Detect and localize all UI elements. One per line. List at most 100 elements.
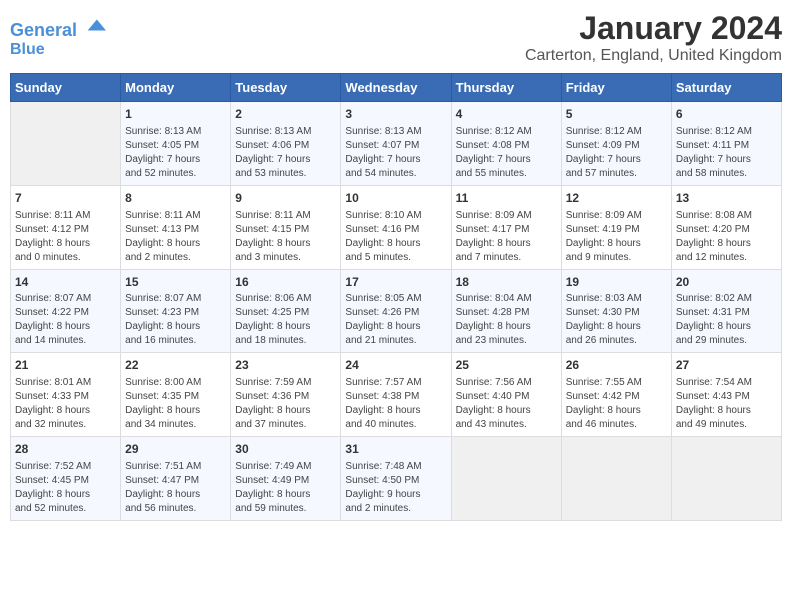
logo-blue: Blue — [10, 41, 106, 59]
cell-content: Sunrise: 8:05 AM Sunset: 4:26 PM Dayligh… — [345, 292, 446, 348]
logo: General Blue — [10, 14, 106, 58]
calendar-cell: 17Sunrise: 8:05 AM Sunset: 4:26 PM Dayli… — [341, 269, 451, 353]
header-tuesday: Tuesday — [231, 74, 341, 102]
calendar-cell: 14Sunrise: 8:07 AM Sunset: 4:22 PM Dayli… — [11, 269, 121, 353]
title-area: January 2024 Carterton, England, United … — [525, 10, 782, 65]
header-wednesday: Wednesday — [341, 74, 451, 102]
calendar-cell: 8 Sunrise: 8:11 AM Sunset: 4:13 PM Daylig… — [121, 185, 231, 269]
calendar-cell: 6Sunrise: 8:12 AM Sunset: 4:11 PM Daylig… — [671, 102, 781, 186]
cell-content: Sunrise: 7:56 AM Sunset: 4:40 PM Dayligh… — [456, 376, 557, 432]
header-friday: Friday — [561, 74, 671, 102]
day-number: 8 — [125, 190, 226, 207]
cell-content: Sunrise: 8:09 AM Sunset: 4:19 PM Dayligh… — [566, 209, 667, 265]
calendar-cell: 21 Sunrise: 8:01 AM Sunset: 4:33 PM Dayli… — [11, 353, 121, 437]
calendar-cell: 15Sunrise: 8:07 AM Sunset: 4:23 PM Dayli… — [121, 269, 231, 353]
logo-icon — [84, 14, 106, 36]
day-number: 17 — [345, 274, 446, 291]
day-number: 14 — [15, 274, 116, 291]
cell-content: Sunrise: 8:04 AM Sunset: 4:28 PM Dayligh… — [456, 292, 557, 348]
calendar-cell: 23 Sunrise: 7:59 AM Sunset: 4:36 PM Dayli… — [231, 353, 341, 437]
cell-content: Sunrise: 8:06 AM Sunset: 4:25 PM Dayligh… — [235, 292, 336, 348]
cell-content: Sunrise: 7:48 AM Sunset: 4:50 PM Dayligh… — [345, 460, 446, 516]
calendar-cell: 29 Sunrise: 7:51 AM Sunset: 4:47 PM Dayli… — [121, 437, 231, 521]
calendar-cell: 19Sunrise: 8:03 AM Sunset: 4:30 PM Dayli… — [561, 269, 671, 353]
calendar-cell: 5Sunrise: 8:12 AM Sunset: 4:09 PM Daylig… — [561, 102, 671, 186]
week-row-3: 14Sunrise: 8:07 AM Sunset: 4:22 PM Dayli… — [11, 269, 782, 353]
calendar-cell: 20Sunrise: 8:02 AM Sunset: 4:31 PM Dayli… — [671, 269, 781, 353]
week-row-2: 7 Sunrise: 8:11 AM Sunset: 4:12 PM Daylig… — [11, 185, 782, 269]
cell-content: Sunrise: 8:00 AM Sunset: 4:35 PM Dayligh… — [125, 376, 226, 432]
day-number: 2 — [235, 106, 336, 123]
cell-content: Sunrise: 8:07 AM Sunset: 4:23 PM Dayligh… — [125, 292, 226, 348]
cell-content: Sunrise: 8:10 AM Sunset: 4:16 PM Dayligh… — [345, 209, 446, 265]
header-saturday: Saturday — [671, 74, 781, 102]
day-number: 16 — [235, 274, 336, 291]
subtitle: Carterton, England, United Kingdom — [525, 47, 782, 65]
main-title: January 2024 — [525, 10, 782, 47]
day-number: 3 — [345, 106, 446, 123]
cell-content: Sunrise: 8:03 AM Sunset: 4:30 PM Dayligh… — [566, 292, 667, 348]
cell-content: Sunrise: 8:09 AM Sunset: 4:17 PM Dayligh… — [456, 209, 557, 265]
cell-content: Sunrise: 8:08 AM Sunset: 4:20 PM Dayligh… — [676, 209, 777, 265]
cell-content: Sunrise: 7:54 AM Sunset: 4:43 PM Dayligh… — [676, 376, 777, 432]
day-number: 4 — [456, 106, 557, 123]
cell-content: Sunrise: 8:11 AM Sunset: 4:15 PM Dayligh… — [235, 209, 336, 265]
cell-content: Sunrise: 8:12 AM Sunset: 4:09 PM Dayligh… — [566, 125, 667, 181]
calendar-cell: 16Sunrise: 8:06 AM Sunset: 4:25 PM Dayli… — [231, 269, 341, 353]
day-number: 28 — [15, 441, 116, 458]
calendar-cell: 1 Sunrise: 8:13 AM Sunset: 4:05 PM Daylig… — [121, 102, 231, 186]
day-number: 15 — [125, 274, 226, 291]
calendar-cell: 4 Sunrise: 8:12 AM Sunset: 4:08 PM Daylig… — [451, 102, 561, 186]
cell-content: Sunrise: 8:11 AM Sunset: 4:13 PM Dayligh… — [125, 209, 226, 265]
logo-text: General — [10, 14, 106, 41]
day-number: 19 — [566, 274, 667, 291]
cell-content: Sunrise: 8:11 AM Sunset: 4:12 PM Dayligh… — [15, 209, 116, 265]
day-number: 1 — [125, 106, 226, 123]
day-number: 21 — [15, 357, 116, 374]
calendar-cell: 30Sunrise: 7:49 AM Sunset: 4:49 PM Dayli… — [231, 437, 341, 521]
day-number: 22 — [125, 357, 226, 374]
calendar-cell: 27Sunrise: 7:54 AM Sunset: 4:43 PM Dayli… — [671, 353, 781, 437]
calendar-cell: 31 Sunrise: 7:48 AM Sunset: 4:50 PM Dayli… — [341, 437, 451, 521]
calendar-cell — [561, 437, 671, 521]
day-number: 24 — [345, 357, 446, 374]
calendar-cell: 25Sunrise: 7:56 AM Sunset: 4:40 PM Dayli… — [451, 353, 561, 437]
day-number: 7 — [15, 190, 116, 207]
header-row: SundayMondayTuesdayWednesdayThursdayFrid… — [11, 74, 782, 102]
calendar-cell: 13Sunrise: 8:08 AM Sunset: 4:20 PM Dayli… — [671, 185, 781, 269]
day-number: 18 — [456, 274, 557, 291]
logo-general: General — [10, 20, 77, 40]
calendar-cell: 18Sunrise: 8:04 AM Sunset: 4:28 PM Dayli… — [451, 269, 561, 353]
header-sunday: Sunday — [11, 74, 121, 102]
day-number: 10 — [345, 190, 446, 207]
cell-content: Sunrise: 8:07 AM Sunset: 4:22 PM Dayligh… — [15, 292, 116, 348]
header: General Blue January 2024 Carterton, Eng… — [10, 10, 782, 65]
calendar-cell: 26Sunrise: 7:55 AM Sunset: 4:42 PM Dayli… — [561, 353, 671, 437]
calendar-cell: 24Sunrise: 7:57 AM Sunset: 4:38 PM Dayli… — [341, 353, 451, 437]
calendar-cell: 22 Sunrise: 8:00 AM Sunset: 4:35 PM Dayli… — [121, 353, 231, 437]
day-number: 31 — [345, 441, 446, 458]
calendar-cell — [451, 437, 561, 521]
cell-content: Sunrise: 7:51 AM Sunset: 4:47 PM Dayligh… — [125, 460, 226, 516]
cell-content: Sunrise: 8:12 AM Sunset: 4:11 PM Dayligh… — [676, 125, 777, 181]
cell-content: Sunrise: 8:12 AM Sunset: 4:08 PM Dayligh… — [456, 125, 557, 181]
calendar-cell — [11, 102, 121, 186]
calendar-cell: 12 Sunrise: 8:09 AM Sunset: 4:19 PM Dayli… — [561, 185, 671, 269]
day-number: 12 — [566, 190, 667, 207]
cell-content: Sunrise: 8:01 AM Sunset: 4:33 PM Dayligh… — [15, 376, 116, 432]
cell-content: Sunrise: 8:13 AM Sunset: 4:05 PM Dayligh… — [125, 125, 226, 181]
header-thursday: Thursday — [451, 74, 561, 102]
cell-content: Sunrise: 7:49 AM Sunset: 4:49 PM Dayligh… — [235, 460, 336, 516]
week-row-1: 1 Sunrise: 8:13 AM Sunset: 4:05 PM Daylig… — [11, 102, 782, 186]
cell-content: Sunrise: 7:59 AM Sunset: 4:36 PM Dayligh… — [235, 376, 336, 432]
day-number: 9 — [235, 190, 336, 207]
calendar-cell: 10 Sunrise: 8:10 AM Sunset: 4:16 PM Dayli… — [341, 185, 451, 269]
cell-content: Sunrise: 8:13 AM Sunset: 4:07 PM Dayligh… — [345, 125, 446, 181]
calendar-cell: 3 Sunrise: 8:13 AM Sunset: 4:07 PM Daylig… — [341, 102, 451, 186]
cell-content: Sunrise: 8:13 AM Sunset: 4:06 PM Dayligh… — [235, 125, 336, 181]
day-number: 29 — [125, 441, 226, 458]
week-row-4: 21 Sunrise: 8:01 AM Sunset: 4:33 PM Dayli… — [11, 353, 782, 437]
week-row-5: 28Sunrise: 7:52 AM Sunset: 4:45 PM Dayli… — [11, 437, 782, 521]
calendar-cell: 9 Sunrise: 8:11 AM Sunset: 4:15 PM Daylig… — [231, 185, 341, 269]
day-number: 23 — [235, 357, 336, 374]
